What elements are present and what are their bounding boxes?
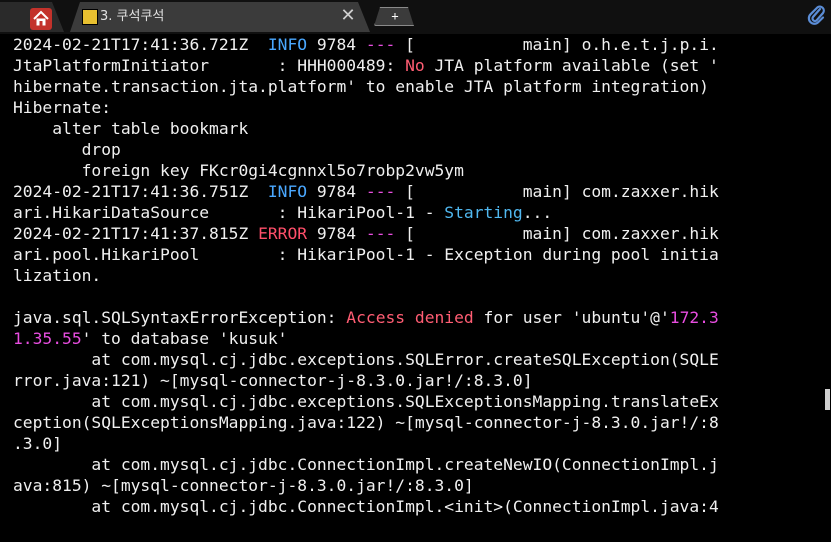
- terminal-line: JtaPlatformInitiator : HHH000489: No JTA…: [13, 56, 719, 75]
- home-icon: [33, 10, 49, 26]
- terminal-line: 2024-02-21T17:41:37.815Z ERROR 9784 --- …: [13, 224, 719, 243]
- terminal-output[interactable]: 2024-02-21T17:41:36.721Z INFO 9784 --- […: [0, 34, 824, 542]
- home-tab[interactable]: [0, 2, 64, 32]
- terminal-line: 2024-02-21T17:41:36.721Z INFO 9784 --- […: [13, 35, 719, 54]
- terminal-line: 2024-02-21T17:41:36.751Z INFO 9784 --- […: [13, 182, 719, 201]
- terminal-line: rror.java:121) ~[mysql-connector-j-8.3.0…: [13, 371, 533, 390]
- tab-bar: 3. 쿠석쿠석 ✕ +: [0, 0, 831, 34]
- tab-label: 3. 쿠석쿠석: [100, 9, 165, 24]
- new-tab-button[interactable]: +: [374, 7, 414, 26]
- home-button[interactable]: [30, 8, 52, 30]
- session-icon: [82, 9, 98, 25]
- terminal-line: at com.mysql.cj.jdbc.ConnectionImpl.<ini…: [13, 497, 719, 516]
- close-icon[interactable]: ✕: [338, 6, 358, 26]
- terminal-line: 1.35.55' to database 'kusuk': [13, 329, 288, 348]
- terminal-text: 2024-02-21T17:41:36.721Z INFO 9784 --- […: [0, 34, 824, 517]
- terminal-line: Hibernate:: [13, 98, 112, 117]
- terminal-scrollbar[interactable]: [824, 34, 831, 542]
- terminal-line: ception(SQLExceptionsMapping.java:122) ~…: [13, 413, 719, 432]
- terminal-line: ava:815) ~[mysql-connector-j-8.3.0.jar!/…: [13, 476, 474, 495]
- attach-button[interactable]: [805, 3, 827, 25]
- terminal-line: at com.mysql.cj.jdbc.exceptions.SQLExcep…: [13, 392, 719, 411]
- terminal-line: hibernate.transaction.jta.platform' to e…: [13, 77, 709, 96]
- tab-session[interactable]: 3. 쿠석쿠석 ✕: [70, 2, 370, 32]
- terminal-line: ari.HikariDataSource : HikariPool-1 - St…: [13, 203, 553, 222]
- terminal-line: ari.pool.HikariPool : HikariPool-1 - Exc…: [13, 245, 719, 264]
- terminal-line: .3.0]: [13, 434, 63, 453]
- scrollbar-thumb[interactable]: [825, 389, 830, 410]
- terminal-line: drop: [13, 140, 121, 159]
- terminal-line: at com.mysql.cj.jdbc.ConnectionImpl.crea…: [13, 455, 719, 474]
- terminal-line: foreign key FKcr0gi4cgnnxl5o7robp2vw5ym: [13, 161, 464, 180]
- terminal-line: lization.: [13, 266, 102, 285]
- terminal-line: alter table bookmark: [13, 119, 249, 138]
- terminal-line: java.sql.SQLSyntaxErrorException: Access…: [13, 308, 719, 327]
- paperclip-icon: [807, 5, 825, 25]
- terminal-line: at com.mysql.cj.jdbc.exceptions.SQLError…: [13, 350, 719, 369]
